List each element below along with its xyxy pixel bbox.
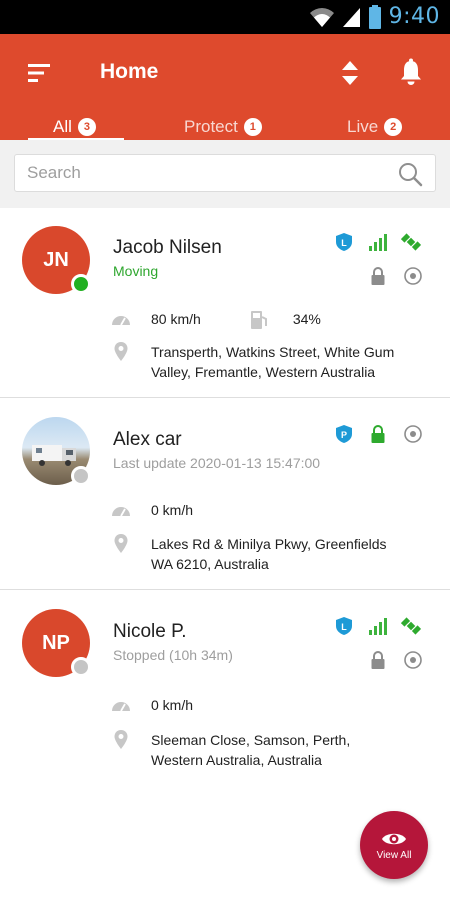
address-line: Western Australia, Australia <box>151 752 322 768</box>
sort-button[interactable] <box>336 56 364 90</box>
speed-value: 80 km/h <box>151 311 201 327</box>
tab-live[interactable]: Live 2 <box>347 114 403 140</box>
tab-label: Live <box>347 117 379 136</box>
clock: 9:40 <box>388 4 440 29</box>
signal-bars-icon[interactable] <box>368 232 388 252</box>
address: Transperth, Watkins Street, White Gum Va… <box>151 342 394 382</box>
target-icon[interactable] <box>403 266 423 286</box>
filter-menu-button[interactable] <box>22 58 56 88</box>
tab-protect[interactable]: Protect 1 <box>184 114 262 140</box>
page-title: Home <box>100 60 159 83</box>
address: Lakes Rd & Minilya Pkwy, Greenfields WA … <box>151 534 387 574</box>
tab-bar: All 3 Protect 1 Live 2 <box>0 108 450 140</box>
location-pin-icon <box>114 534 128 553</box>
tab-label: Protect <box>184 117 238 136</box>
search-bar <box>0 140 450 208</box>
speed-fuel-row: 80 km/h 34% <box>110 309 321 331</box>
menu-icon <box>28 64 50 82</box>
address-line: Transperth, Watkins Street, White Gum <box>151 344 395 360</box>
vehicle-status: Last update 2020-01-13 15:47:00 <box>113 455 321 471</box>
status-icons: 9:40 <box>309 4 440 29</box>
address-row: Sleeman Close, Samson, Perth, Western Au… <box>110 730 350 770</box>
location-pin-icon <box>114 342 128 361</box>
speed-row: 0 km/h <box>110 695 193 715</box>
address-row: Transperth, Watkins Street, White Gum Va… <box>110 342 394 382</box>
fuel-icon <box>250 311 267 329</box>
address-line: Valley, Fremantle, Western Australia <box>151 364 376 380</box>
shield-icon[interactable]: L <box>334 232 354 252</box>
tab-label: All <box>53 117 72 136</box>
svg-text:L: L <box>341 238 347 248</box>
avatar-initials: JN <box>43 248 69 271</box>
target-icon[interactable] <box>403 650 423 670</box>
satellite-icon[interactable] <box>401 232 421 252</box>
tab-badge: 2 <box>384 118 403 136</box>
tab-badge: 3 <box>77 118 96 136</box>
tab-badge: 1 <box>243 118 262 136</box>
search-input[interactable] <box>27 161 387 185</box>
speedometer-icon <box>112 702 130 712</box>
offline-status-dot <box>71 657 91 677</box>
svg-text:L: L <box>341 622 347 632</box>
wifi-icon <box>309 7 334 27</box>
lock-icon[interactable] <box>368 424 388 444</box>
speed-row: 0 km/h <box>110 500 193 520</box>
address-line: Lakes Rd & Minilya Pkwy, Greenfields <box>151 536 387 552</box>
bell-icon <box>401 58 421 85</box>
vehicle-name: Jacob Nilsen <box>113 237 222 258</box>
battery-icon <box>368 4 381 29</box>
speed-value: 0 km/h <box>151 502 194 518</box>
svg-text:P: P <box>341 430 347 440</box>
view-all-button[interactable]: View All <box>360 811 428 879</box>
parking-shield-icon[interactable]: P <box>334 424 354 444</box>
vehicle-card[interactable]: JN Jacob Nilsen Moving L 80 km/h 34% Tra… <box>0 208 450 398</box>
vehicle-name: Alex car <box>113 429 182 450</box>
vehicle-name: Nicole P. <box>113 621 187 642</box>
online-status-dot <box>71 274 91 294</box>
vehicle-card[interactable]: Alex car Last update 2020-01-13 15:47:00… <box>0 398 450 590</box>
app-bar: Home All 3 Protect 1 Live 2 <box>0 34 450 141</box>
status-bar: 9:40 <box>0 0 450 34</box>
satellite-icon[interactable] <box>401 616 421 636</box>
view-all-label: View All <box>376 849 412 861</box>
eye-icon <box>382 833 406 844</box>
speed-value: 0 km/h <box>151 697 194 713</box>
signal-icon <box>342 7 360 27</box>
vehicle-card[interactable]: NP Nicole P. Stopped (10h 34m) L 0 km/h <box>0 590 450 790</box>
fuel-value: 34% <box>292 311 321 327</box>
address-line: Sleeman Close, Samson, Perth, <box>151 732 351 748</box>
offline-status-dot <box>71 466 91 486</box>
signal-bars-icon[interactable] <box>368 616 388 636</box>
lock-icon[interactable] <box>368 266 388 286</box>
address-line: WA 6210, Australia <box>151 556 269 572</box>
shield-icon[interactable]: L <box>334 616 354 636</box>
avatar-initials: NP <box>42 631 70 654</box>
sort-icon <box>342 61 358 85</box>
vehicle-status: Moving <box>113 263 159 279</box>
vehicle-status: Stopped (10h 34m) <box>113 647 233 663</box>
address-row: Lakes Rd & Minilya Pkwy, Greenfields WA … <box>110 534 387 574</box>
tab-all[interactable]: All 3 <box>53 114 96 140</box>
target-icon[interactable] <box>403 424 423 444</box>
address: Sleeman Close, Samson, Perth, Western Au… <box>151 730 350 770</box>
speedometer-icon <box>112 507 130 517</box>
lock-icon[interactable] <box>368 650 388 670</box>
search-box <box>14 154 436 192</box>
location-pin-icon <box>114 730 128 749</box>
search-icon[interactable] <box>397 161 423 187</box>
speedometer-icon <box>112 316 130 326</box>
notifications-button[interactable] <box>396 56 426 90</box>
